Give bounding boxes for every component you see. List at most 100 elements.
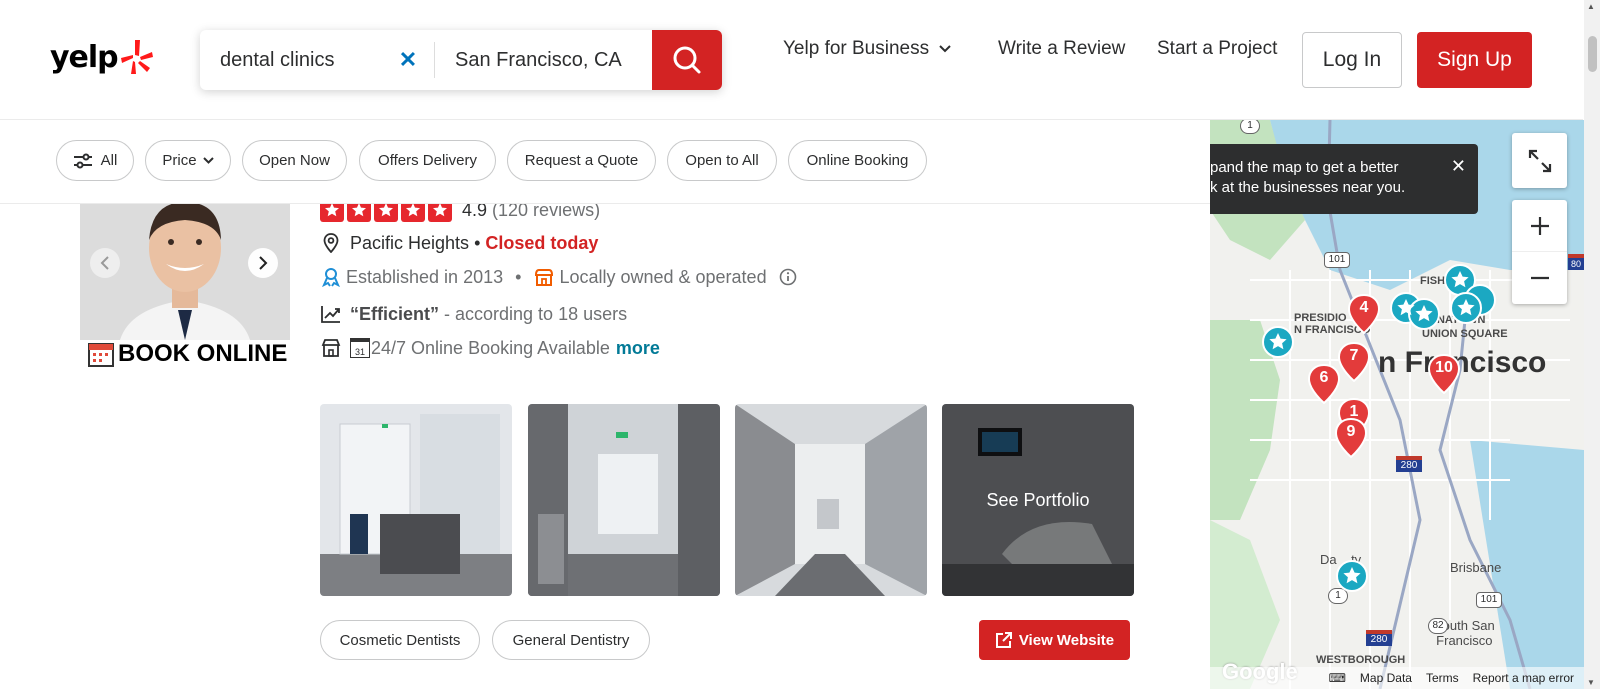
listing-card: BOOK ONLINE 4.9 (120 reviews) Pacific He… [0,204,1210,689]
signup-button[interactable]: Sign Up [1417,32,1532,88]
chevron-left-icon [100,256,109,270]
highlight-quote: “Efficient” [350,303,440,324]
map-pin-label: 9 [1346,423,1356,440]
portfolio-photo-2[interactable] [528,404,720,596]
tag-cosmetic-dentists[interactable]: Cosmetic Dentists [320,620,480,660]
carousel-prev-button[interactable] [90,248,120,278]
external-link-icon [995,632,1012,648]
owned-label: Locally owned & operated [559,266,767,287]
chevron-down-icon [202,157,214,164]
search-button[interactable] [652,30,722,90]
shop-icon [320,337,342,359]
booking-text: 24/7 Online Booking Available [371,337,610,358]
clear-search-icon[interactable]: ✕ [390,42,426,78]
portfolio-photo-1[interactable] [320,404,512,596]
chevron-down-icon [939,45,951,53]
highlight-row: “Efficient” - according to 18 users [320,303,627,325]
see-portfolio-tile[interactable]: See Portfolio [942,404,1134,596]
carousel-next-button[interactable] [248,248,278,278]
top-header: yelp dental clinics ✕ San Francisco, CA [0,0,1583,120]
filter-price-chip[interactable]: Price [145,140,231,181]
tag-general-dentistry[interactable]: General Dentistry [492,620,650,660]
booking-row: 31 24/7 Online Booking Available more [320,337,660,359]
rating-row: 4.9 (120 reviews) [320,204,600,222]
location-pin-icon [320,232,342,254]
yelp-logo[interactable]: yelp [50,38,154,76]
star-icon [428,204,452,222]
portfolio-photo-3[interactable] [735,404,927,596]
filter-all-chip[interactable]: All [56,140,134,181]
filter-open-now-chip[interactable]: Open Now [242,140,347,181]
featured-pins-layer [1262,264,1496,592]
map-footer: ⌨ Map Data Terms Report a map error [1210,667,1584,689]
view-website-button[interactable]: View Website [979,620,1130,660]
hours-status: Closed today [485,232,599,253]
search-what-input[interactable]: dental clinics [200,49,390,72]
more-link[interactable]: more [616,338,660,359]
dot-separator: • [515,266,522,287]
view-website-label: View Website [1018,631,1115,649]
calendar-date-icon: 31 [350,338,370,358]
map-pin-label: 7 [1349,347,1359,364]
book-online-banner[interactable]: BOOK ONLINE [88,340,287,368]
trending-icon [320,303,342,325]
filter-open-to-all-chip[interactable]: Open to All [667,140,777,181]
office-corridor-image [735,404,927,596]
scroll-down-arrow-icon[interactable]: ▼ [1587,678,1595,687]
star-rating [320,204,452,222]
filter-offers-delivery-chip[interactable]: Offers Delivery [359,140,496,181]
page-scrollbar[interactable]: ▲ ▼ [1584,0,1600,689]
page: yelp dental clinics ✕ San Francisco, CA [0,0,1600,689]
office-hallway-image [528,404,720,596]
scroll-thumb[interactable] [1588,36,1597,72]
sliders-icon [73,153,92,168]
business-photo[interactable] [80,204,290,340]
calendar-icon [88,343,114,367]
location-row: Pacific Heights • Closed today [320,232,598,254]
neighborhood-label: Pacific Heights [350,232,470,253]
star-icon [374,204,398,222]
search-icon [673,46,701,74]
map-pin-label: 10 [1435,359,1453,376]
search-where-input[interactable]: San Francisco, CA [435,49,640,72]
yelp-burst-icon [120,40,153,74]
yelp-for-business-label: Yelp for Business [783,38,930,59]
review-count-link[interactable]: (120 reviews) [492,204,600,221]
map-pin-9[interactable]: 9 [1334,417,1368,459]
ribbon-badge-icon [320,266,342,288]
map-pin-10[interactable]: 10 [1427,353,1461,395]
storefront-icon [533,266,555,288]
keyboard-icon[interactable]: ⌨ [1329,671,1346,685]
scroll-up-arrow-icon[interactable]: ▲ [1587,2,1595,11]
search-bar: dental clinics ✕ San Francisco, CA [200,30,722,90]
rating-value: 4.9 [462,204,488,220]
info-icon[interactable] [777,266,799,288]
see-portfolio-label: See Portfolio [942,404,1134,596]
bullet-separator: • [474,232,481,253]
map-pin-label: 6 [1319,369,1329,386]
filter-all-label: All [100,152,118,169]
start-project-link[interactable]: Start a Project [1157,38,1277,60]
yelp-for-business-menu[interactable]: Yelp for Business [783,38,951,60]
terms-link[interactable]: Terms [1426,671,1459,685]
map-pin-6[interactable]: 6 [1307,363,1341,405]
star-icon [347,204,371,222]
map-pin-4[interactable]: 4 [1347,293,1381,335]
book-online-label: BOOK ONLINE [118,340,288,367]
map-panel[interactable]: pand the map to get a better k at the bu… [1210,120,1584,689]
map-data-link[interactable]: Map Data [1360,671,1412,685]
filter-online-booking-chip[interactable]: Online Booking [788,140,927,181]
report-map-error-link[interactable]: Report a map error [1473,671,1574,685]
filter-request-quote-chip[interactable]: Request a Quote [507,140,656,181]
office-lobby-image [320,404,512,596]
write-review-link[interactable]: Write a Review [998,38,1125,60]
chevron-right-icon [259,256,268,270]
highlight-rest: - according to 18 users [439,303,628,324]
filter-bar: All Price Open Now Offers Delivery Reque… [0,120,1210,204]
star-icon [320,204,344,222]
map-pin-label: 4 [1359,299,1369,316]
star-icon [401,204,425,222]
logo-text: yelp [50,39,119,75]
map-pin-7[interactable]: 7 [1337,341,1371,383]
login-button[interactable]: Log In [1302,32,1402,88]
